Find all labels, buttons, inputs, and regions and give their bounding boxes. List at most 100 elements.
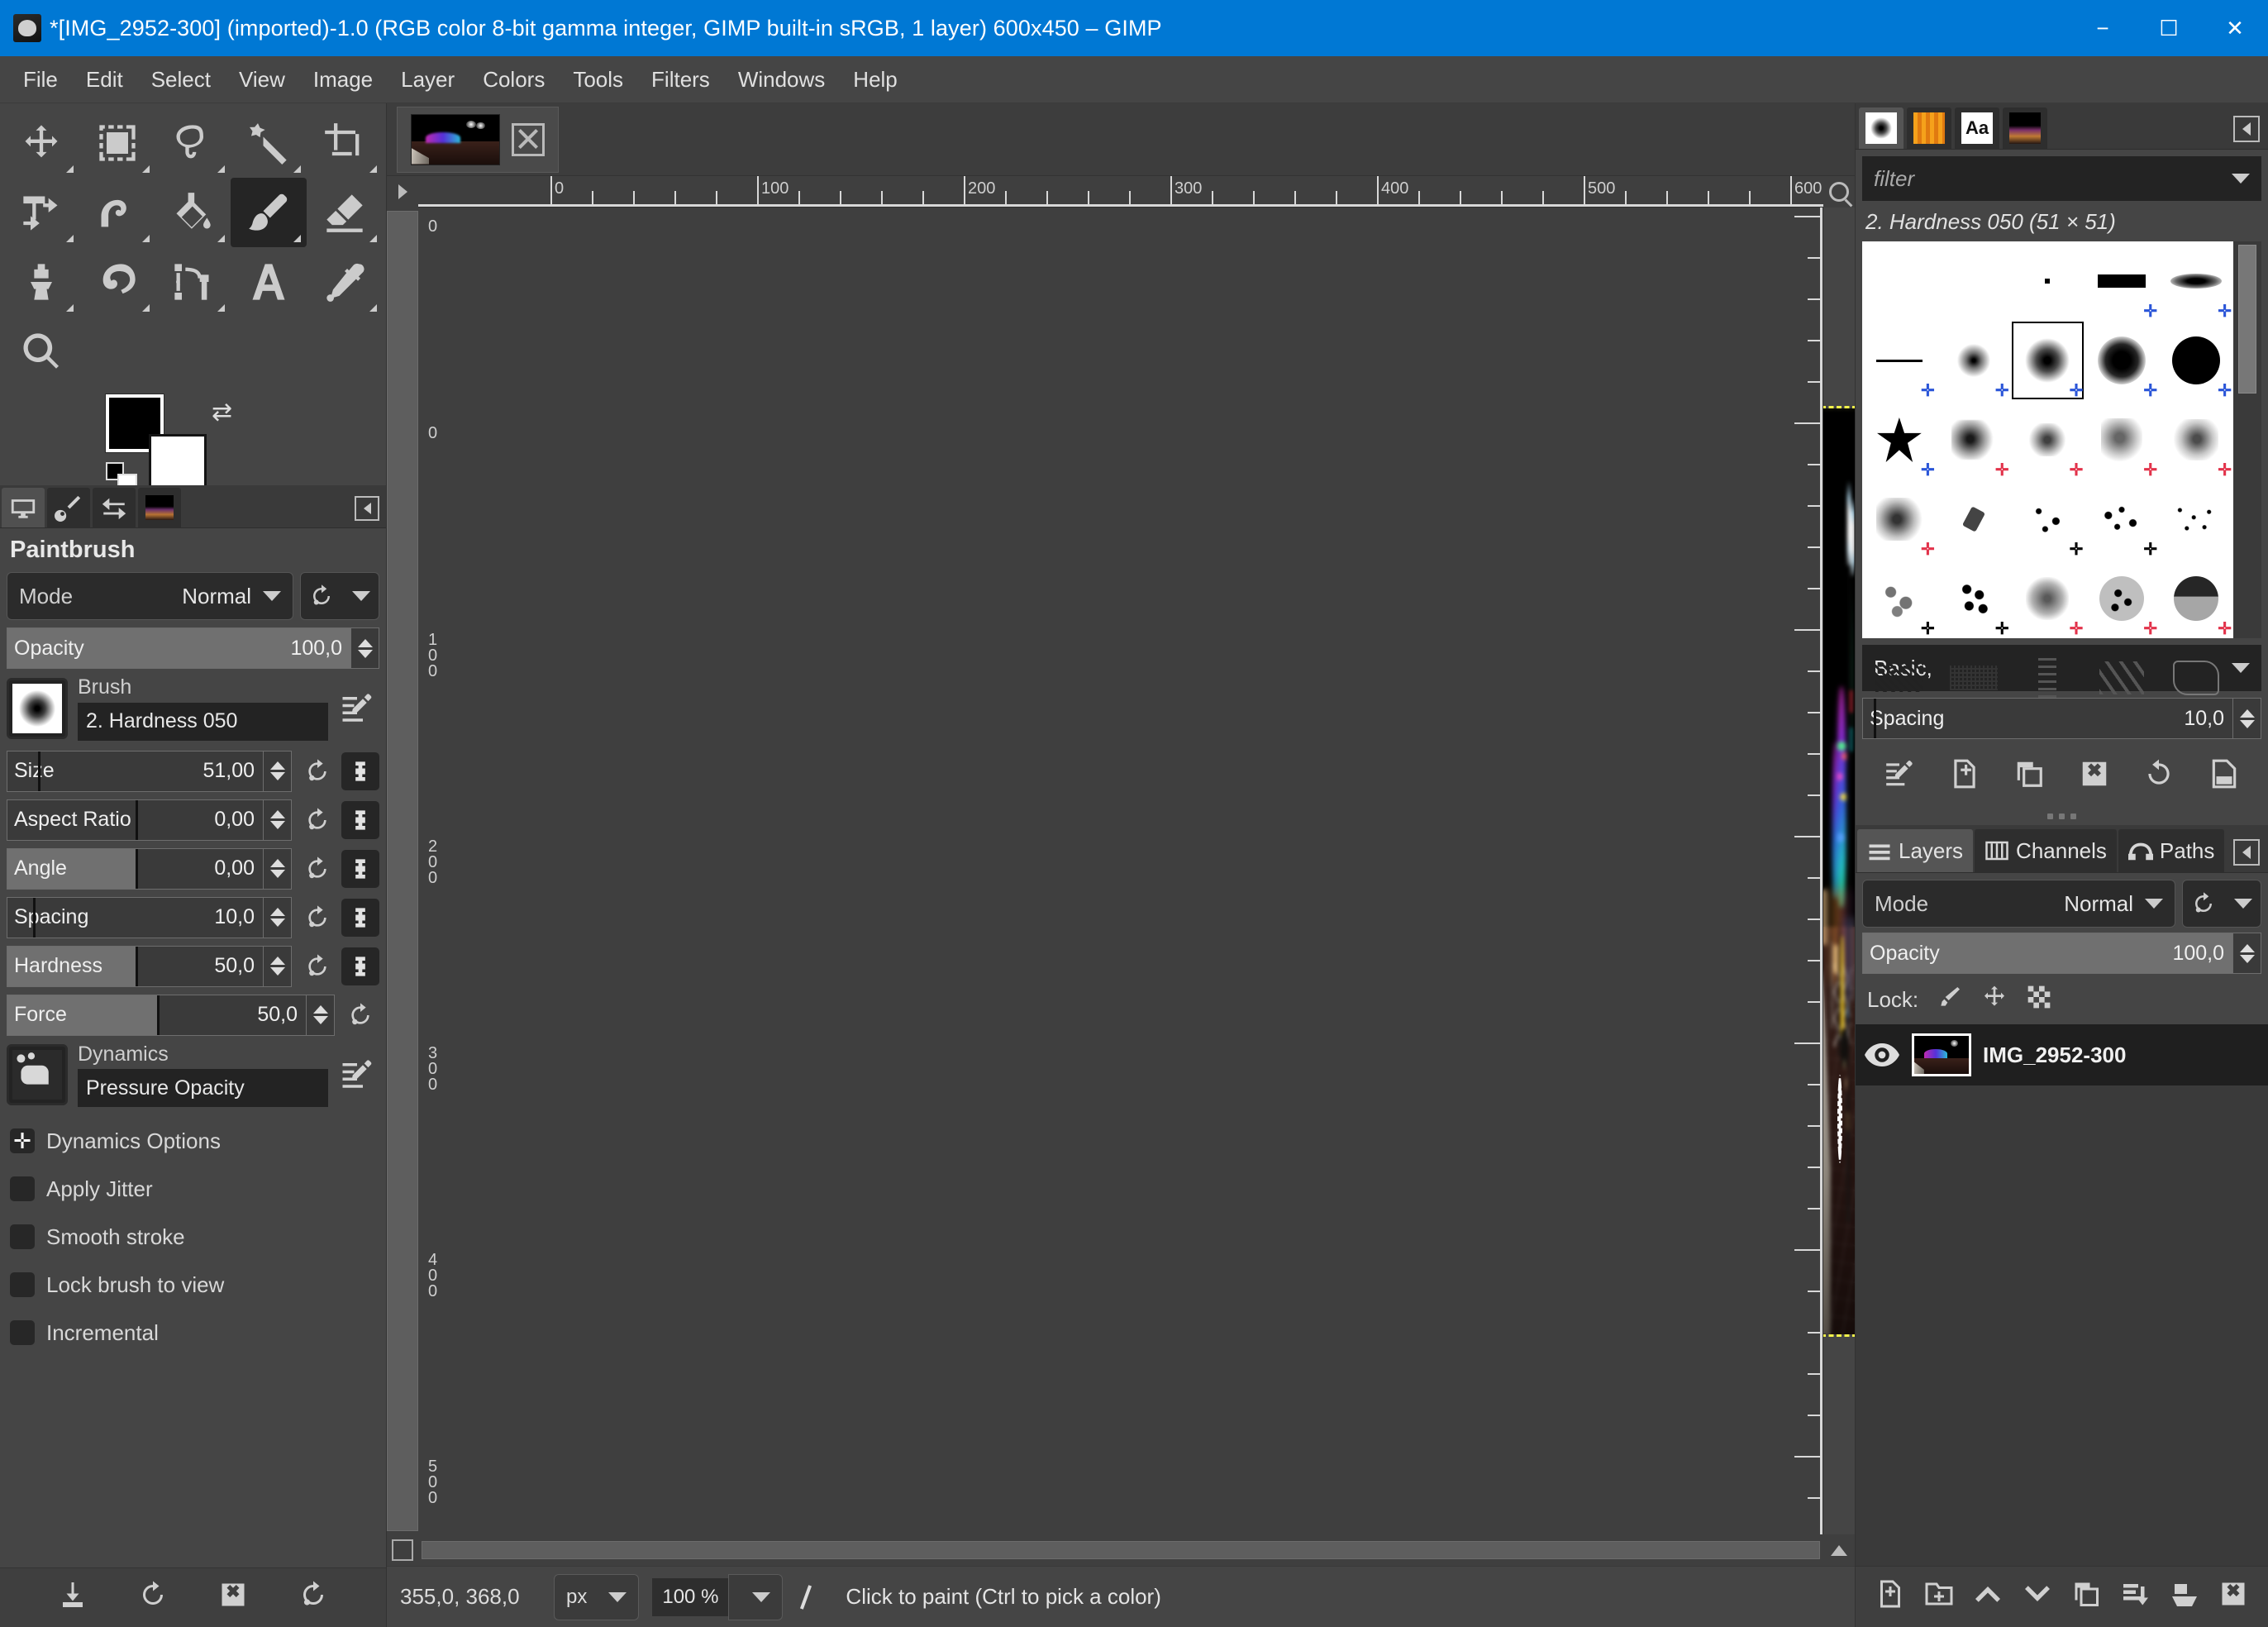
hardness-stepper[interactable] bbox=[264, 945, 292, 987]
save-tool-preset-icon[interactable] bbox=[58, 1580, 88, 1615]
lock-alpha-icon[interactable] bbox=[2026, 984, 2052, 1016]
layer-opacity-stepper[interactable] bbox=[2233, 933, 2261, 974]
tab-paths[interactable]: Paths bbox=[2118, 829, 2225, 872]
brush-item[interactable]: ✛ bbox=[1937, 321, 2011, 400]
canvas-viewport[interactable] bbox=[1823, 208, 1855, 1534]
background-color-swatch[interactable] bbox=[149, 434, 207, 492]
reset-mode-button[interactable] bbox=[300, 572, 379, 620]
force-slider[interactable]: Force 50,0 bbox=[7, 994, 307, 1036]
layer-row[interactable]: IMG_2952-300 bbox=[1856, 1024, 2268, 1085]
brush-preview[interactable] bbox=[7, 677, 68, 739]
tab-brushes[interactable] bbox=[1859, 107, 1904, 149]
brush-item[interactable]: ✛ bbox=[2011, 480, 2085, 559]
brush-item[interactable]: ✛ bbox=[2159, 241, 2233, 321]
hardness-slider[interactable]: Hardness 50,0 bbox=[7, 945, 264, 987]
menu-select[interactable]: Select bbox=[138, 60, 224, 99]
navigation-button[interactable] bbox=[1823, 1534, 1855, 1566]
tool-options-menu-icon[interactable] bbox=[355, 496, 379, 521]
brush-filter-input[interactable]: filter bbox=[1862, 156, 2261, 201]
link-hardness-icon[interactable] bbox=[341, 947, 379, 985]
layer-mode-select[interactable]: Mode Normal bbox=[1862, 880, 2175, 928]
brush-item[interactable]: ✛ bbox=[2159, 321, 2233, 400]
lock-brush-to-view-checkbox[interactable]: Lock brush to view bbox=[7, 1261, 379, 1309]
brush-item[interactable] bbox=[1937, 241, 2011, 321]
brush-item[interactable] bbox=[2159, 480, 2233, 559]
layer-list[interactable]: IMG_2952-300 bbox=[1856, 1024, 2268, 1566]
anchor-layer-icon[interactable] bbox=[2170, 1579, 2199, 1615]
tab-tool-options[interactable] bbox=[2, 488, 45, 527]
layers-dock-menu-icon[interactable] bbox=[2233, 839, 2260, 866]
paint-mode-select[interactable]: Mode Normal bbox=[7, 572, 293, 620]
tab-device-status[interactable] bbox=[47, 488, 90, 527]
crop-tool[interactable] bbox=[307, 108, 383, 178]
menu-image[interactable]: Image bbox=[300, 60, 386, 99]
reset-aspect-ratio-icon[interactable] bbox=[298, 801, 336, 839]
size-stepper[interactable] bbox=[264, 750, 292, 792]
open-as-image-icon[interactable] bbox=[2208, 758, 2240, 795]
smooth-stroke-checkbox[interactable]: Smooth stroke bbox=[7, 1213, 379, 1261]
brushes-dock-menu-icon[interactable] bbox=[2233, 116, 2260, 142]
dynamics-preview[interactable] bbox=[7, 1044, 68, 1106]
raise-layer-icon[interactable] bbox=[1973, 1579, 2003, 1615]
force-stepper[interactable] bbox=[307, 994, 335, 1036]
lock-position-icon[interactable] bbox=[1981, 984, 2008, 1016]
new-brush-icon[interactable] bbox=[1949, 758, 1980, 795]
close-image-icon[interactable] bbox=[512, 122, 545, 156]
edit-brush-icon[interactable] bbox=[335, 686, 379, 731]
layer-opacity-slider[interactable]: Opacity 100,0 bbox=[1862, 933, 2233, 974]
layer-name[interactable]: IMG_2952-300 bbox=[1983, 1043, 2126, 1068]
edit-brush-icon[interactable] bbox=[1884, 758, 1915, 795]
zoom-tool[interactable] bbox=[3, 317, 79, 386]
horizontal-ruler[interactable]: 0 100 200 300 400 500 600 bbox=[418, 176, 1823, 208]
brush-item[interactable]: ✛ bbox=[1937, 400, 2011, 480]
duplicate-brush-icon[interactable] bbox=[2013, 758, 2045, 795]
new-layer-group-icon[interactable] bbox=[1924, 1579, 1954, 1615]
maximize-button[interactable]: ☐ bbox=[2136, 0, 2202, 56]
menu-tools[interactable]: Tools bbox=[560, 60, 636, 99]
menu-layer[interactable]: Layer bbox=[388, 60, 468, 99]
brush-item[interactable]: ✛ bbox=[2011, 559, 2085, 638]
brush-item[interactable]: ✛ bbox=[2159, 559, 2233, 638]
transform-tool[interactable] bbox=[3, 178, 79, 247]
quick-mask-button[interactable] bbox=[387, 1534, 418, 1566]
link-angle-icon[interactable] bbox=[341, 849, 379, 888]
delete-brush-icon[interactable] bbox=[2079, 758, 2110, 795]
brush-item[interactable]: ✛ bbox=[1862, 400, 1937, 480]
vertical-scrollbar[interactable] bbox=[387, 208, 418, 1534]
brush-spacing-stepper[interactable] bbox=[2233, 698, 2261, 739]
brush-item[interactable]: ✛ bbox=[1862, 321, 1937, 400]
eraser-tool[interactable] bbox=[307, 178, 383, 247]
spacing-slider[interactable]: Spacing 10,0 bbox=[7, 896, 264, 938]
tab-fonts[interactable]: Aa bbox=[1955, 107, 1999, 149]
reset-size-icon[interactable] bbox=[298, 752, 336, 790]
menu-edit[interactable]: Edit bbox=[73, 60, 136, 99]
image-tab[interactable] bbox=[397, 106, 559, 173]
link-spacing-icon[interactable] bbox=[341, 898, 379, 937]
reset-tool-options-icon[interactable] bbox=[298, 1580, 328, 1615]
new-layer-icon[interactable] bbox=[1875, 1579, 1905, 1615]
swap-colors-icon[interactable]: ⇄ bbox=[212, 398, 232, 427]
brush-item[interactable] bbox=[1862, 241, 1937, 321]
brush-item[interactable]: ✛ bbox=[1862, 559, 1937, 638]
bucket-fill-tool[interactable] bbox=[155, 178, 231, 247]
brush-item[interactable]: ✛ bbox=[1862, 480, 1937, 559]
tab-images[interactable] bbox=[2003, 107, 2047, 149]
brush-item-selected[interactable]: ✛ bbox=[2011, 321, 2085, 400]
angle-stepper[interactable] bbox=[264, 847, 292, 890]
horizontal-scrollbar[interactable] bbox=[418, 1534, 1823, 1566]
menu-help[interactable]: Help bbox=[840, 60, 910, 99]
apply-jitter-checkbox[interactable]: Apply Jitter bbox=[7, 1165, 379, 1213]
tab-undo-history[interactable] bbox=[93, 488, 136, 527]
fuzzy-select-tool[interactable] bbox=[231, 108, 307, 178]
close-button[interactable]: ✕ bbox=[2202, 0, 2268, 56]
reset-spacing-icon[interactable] bbox=[298, 899, 336, 937]
smudge-tool[interactable] bbox=[79, 247, 155, 317]
refresh-brushes-icon[interactable] bbox=[2143, 758, 2175, 795]
dock-resize-grip[interactable] bbox=[1856, 807, 2268, 825]
delete-tool-preset-icon[interactable] bbox=[218, 1580, 248, 1615]
ruler-origin-button[interactable] bbox=[387, 176, 418, 208]
menu-colors[interactable]: Colors bbox=[469, 60, 558, 99]
brush-value[interactable]: 2. Hardness 050 bbox=[78, 702, 328, 741]
paintbrush-tool[interactable] bbox=[231, 178, 307, 247]
menu-windows[interactable]: Windows bbox=[725, 60, 838, 99]
